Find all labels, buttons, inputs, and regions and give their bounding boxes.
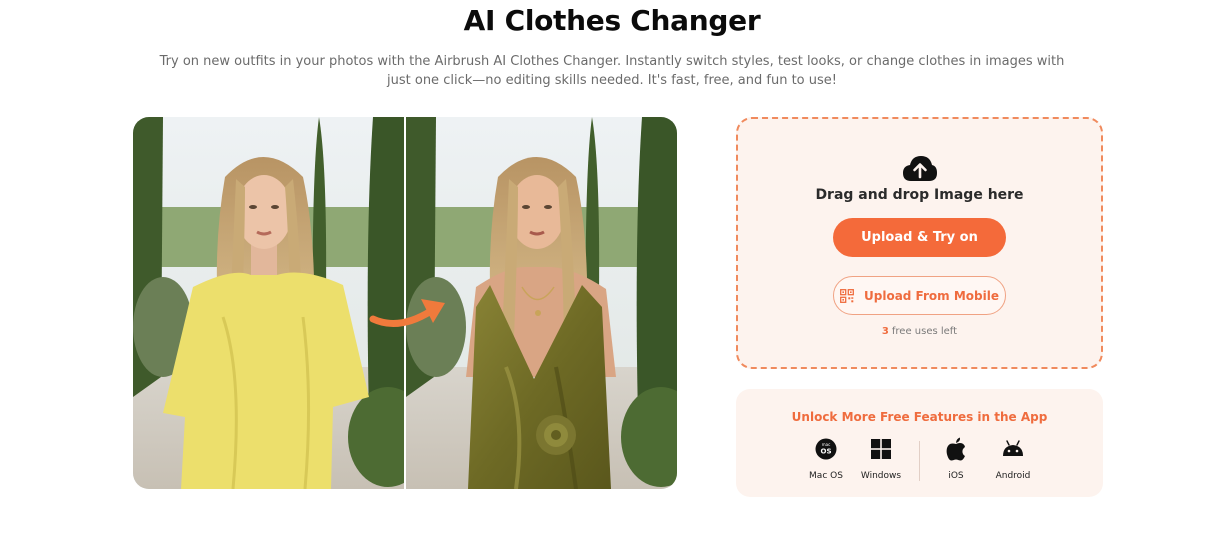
upload-from-mobile-label: Upload From Mobile [864,288,999,303]
before-after-showcase [133,117,677,489]
upload-try-on-button[interactable]: Upload & Try on [833,218,1006,257]
platform-divider [919,441,920,481]
upload-from-mobile-button[interactable]: Upload From Mobile [833,276,1006,315]
platform-android[interactable]: Android [981,437,1045,481]
page-subtitle: Try on new outfits in your photos with t… [159,54,1065,88]
apple-icon [944,437,968,461]
windows-icon [869,437,893,461]
app-promo-title: Unlock More Free Features in the App [791,410,1048,424]
platform-windows[interactable]: Windows [849,437,913,481]
upload-try-on-label: Upload & Try on [861,230,978,245]
free-uses-remaining: 3 free uses left [738,326,1101,337]
qr-code-icon [840,288,854,303]
platform-label-macos: Mac OS [809,471,843,481]
platform-label-windows: Windows [860,471,902,481]
free-uses-text: free uses left [891,326,958,337]
svg-text:mac: mac [822,442,831,447]
cloud-upload-icon [903,156,937,181]
app-download-card: Unlock More Free Features in the App mac… [736,389,1103,497]
upload-dropzone[interactable]: Drag and drop Image here Upload & Try on… [736,117,1103,369]
platform-ios[interactable]: iOS [924,437,988,481]
platform-label-android: Android [995,471,1031,481]
page: AI Clothes Changer Try on new outfits in… [0,0,1224,544]
macos-icon: mac OS [814,437,838,461]
svg-text:OS: OS [821,448,832,456]
page-title: AI Clothes Changer [463,4,761,37]
drop-instruction: Drag and drop Image here [815,187,1024,203]
platform-label-ios: iOS [948,471,964,481]
curved-arrow-icon [369,299,445,327]
android-icon [1001,437,1025,461]
free-uses-count: 3 [881,326,889,337]
